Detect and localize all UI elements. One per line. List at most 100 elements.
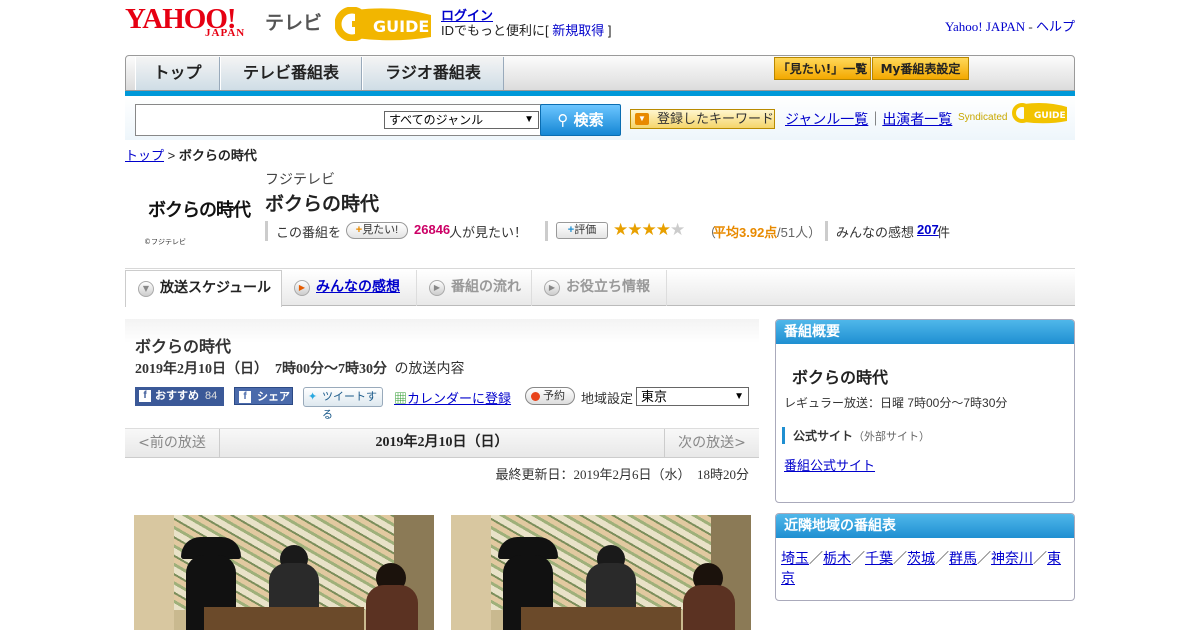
program-logo: ボクらの時代 — [148, 200, 251, 221]
genre-select[interactable]: すべてのジャンル ▼ — [384, 111, 539, 129]
genre-select-value: すべてのジャンル — [389, 113, 484, 127]
twitter-bird-icon: ✦ — [308, 391, 318, 403]
want-prefix: この番組を — [276, 225, 342, 240]
program-logo-copyright: ©フジテレビ — [144, 238, 186, 246]
image-person — [683, 585, 735, 630]
region-link-kanagawa[interactable]: 神奈川 — [991, 550, 1033, 566]
want-suffix: 人が見たい！ — [449, 225, 528, 240]
tweet-button[interactable]: ✦ ツイートする — [303, 387, 383, 421]
facebook-share-button[interactable]: f シェア — [234, 387, 293, 405]
broadcast-title: ボクらの時代 — [135, 337, 232, 356]
facebook-icon: f — [239, 391, 251, 403]
my-schedule-button[interactable]: My番組表設定 — [872, 57, 969, 80]
nav-tab-radio-schedule[interactable]: ラジオ番組表 — [362, 57, 504, 90]
program-meta-row: この番組を +見たい! 26846 人が見たい！ +評価 ★★★★★ （ 平均3… — [265, 220, 965, 241]
chevron-down-icon: ▼ — [635, 113, 649, 125]
nearby-regions: 埼玉／栃木／千葉／茨城／群馬／神奈川／東京 — [781, 548, 1071, 588]
top-links-separator: - — [1025, 19, 1036, 34]
gguide-small-logo: GUIDE — [1012, 103, 1067, 124]
region-separator: ／ — [893, 550, 907, 566]
rating-stars: ★★★★★ — [613, 220, 685, 240]
official-site-heading: 公式サイト（外部サイト） — [782, 427, 930, 444]
keyword-button[interactable]: ▼ 登録したキーワード — [630, 109, 775, 129]
station-name: フジテレビ — [265, 172, 335, 188]
login-message: IDでもっと便利に[ 新規取得 ] — [441, 20, 612, 39]
nearby-heading: 近隣地域の番組表 — [776, 514, 1074, 538]
region-separator: ／ — [851, 550, 865, 566]
facebook-recommend-count: 84 — [205, 390, 218, 402]
region-select-value: 東京 — [641, 389, 668, 404]
genre-list-link[interactable]: ジャンル一覧 — [785, 111, 868, 127]
episode-image[interactable] — [451, 515, 751, 630]
divider — [265, 221, 268, 241]
impressions-prefix: みんなの感想 — [836, 225, 915, 240]
tab-impressions[interactable]: ▶ みんなの感想 — [282, 270, 417, 306]
gguide-logo: GUIDE — [335, 7, 431, 41]
tab-schedule[interactable]: ▼ 放送スケジュール — [125, 270, 282, 307]
tv-service-label[interactable]: テレビ — [265, 8, 322, 35]
chevron-right-icon: ▶ — [429, 280, 445, 296]
region-link-saitama[interactable]: 埼玉 — [781, 550, 809, 566]
region-label: 地域設定 — [581, 391, 634, 406]
next-broadcast-link[interactable]: 次の放送> — [664, 429, 759, 457]
facebook-recommend-button[interactable]: f おすすめ 84 — [135, 387, 224, 406]
nav-tab-tv-schedule[interactable]: テレビ番組表 — [220, 57, 362, 90]
syndicated-label: Syndicated — [958, 112, 1008, 123]
breadcrumb-separator: > — [164, 148, 179, 163]
search-icon: ⚲ — [557, 111, 569, 129]
rating-button-label: 評価 — [574, 224, 597, 236]
tweet-label: ツイートする — [322, 391, 377, 421]
tab-program-flow: ▶ 番組の流れ — [417, 270, 532, 306]
yahoo-japan-link[interactable]: Yahoo! JAPAN — [945, 19, 1025, 34]
star-icon: ★ — [627, 220, 642, 239]
facebook-recommend-label: おすすめ — [155, 390, 199, 402]
top-links: Yahoo! JAPAN - ヘルプ — [945, 16, 1075, 35]
nav-tab-top[interactable]: トップ — [135, 57, 220, 90]
region-link-ibaraki[interactable]: 茨城 — [907, 550, 935, 566]
prev-broadcast-link[interactable]: <前の放送 — [125, 429, 220, 457]
impressions-suffix: 件 — [937, 225, 951, 240]
impressions-count-link[interactable]: 207 — [917, 222, 939, 237]
record-icon — [531, 392, 540, 401]
chevron-right-icon: ▶ — [294, 280, 310, 296]
region-select[interactable]: 東京 ▼ — [636, 387, 749, 406]
rating-button[interactable]: +評価 — [556, 222, 608, 239]
help-link[interactable]: ヘルプ — [1036, 19, 1075, 34]
tab-schedule-label: 放送スケジュール — [160, 280, 272, 296]
official-site-link[interactable]: 番組公式サイト — [784, 455, 875, 474]
image-table — [204, 607, 364, 630]
region-link-tochigi[interactable]: 栃木 — [823, 550, 851, 566]
chevron-right-icon: ▶ — [544, 280, 560, 296]
overview-box: 番組概要 ボクらの時代 レギュラー放送：日曜 7時00分～7時30分 公式サイト… — [775, 319, 1075, 503]
last-updated: 最終更新日：2019年2月6日（水） 18時20分 — [495, 467, 749, 482]
star-empty-icon: ★ — [670, 220, 685, 239]
search-button[interactable]: ⚲ 検索 — [540, 104, 621, 136]
chevron-down-icon: ▼ — [524, 114, 534, 125]
image-table — [521, 607, 681, 630]
image-wall-left — [451, 515, 491, 630]
region-link-chiba[interactable]: 千葉 — [865, 550, 893, 566]
mitai-list-button[interactable]: 「見たい!」一覧 — [774, 57, 871, 80]
want-count: 26846 — [414, 222, 451, 237]
broadcast-pager: <前の放送 2019年2月10日（日） 次の放送> — [125, 428, 759, 458]
region-separator: ／ — [935, 550, 949, 566]
divider — [825, 221, 828, 241]
want-button[interactable]: +見たい! — [346, 222, 408, 239]
episode-image[interactable] — [134, 515, 434, 630]
breadcrumb: トップ > ボクらの時代 — [125, 145, 257, 164]
region-link-gunma[interactable]: 群馬 — [949, 550, 977, 566]
gguide-logo-text: GUIDE — [373, 17, 429, 36]
pager-current-date: 2019年2月10日（日） — [375, 435, 509, 450]
cast-list-link[interactable]: 出演者一覧 — [882, 111, 952, 127]
program-tabs: ▼ 放送スケジュール ▶ みんなの感想 ▶ 番組の流れ ▶ お役立ち情報 — [125, 270, 1075, 307]
keyword-button-label: 登録したキーワード — [657, 111, 775, 126]
calendar-link[interactable]: ▦カレンダーに登録 — [394, 388, 511, 407]
search-button-label: 検索 — [573, 111, 604, 129]
breadcrumb-top-link[interactable]: トップ — [125, 148, 164, 163]
facebook-share-label: シェア — [257, 391, 290, 403]
signup-link[interactable]: 新規取得 — [552, 23, 604, 38]
overview-heading: 番組概要 — [776, 320, 1074, 344]
overview-title: ボクらの時代 — [792, 368, 889, 387]
yahoo-logo-japan: JAPAN — [205, 27, 246, 39]
reserve-button[interactable]: 予約 — [525, 387, 575, 405]
